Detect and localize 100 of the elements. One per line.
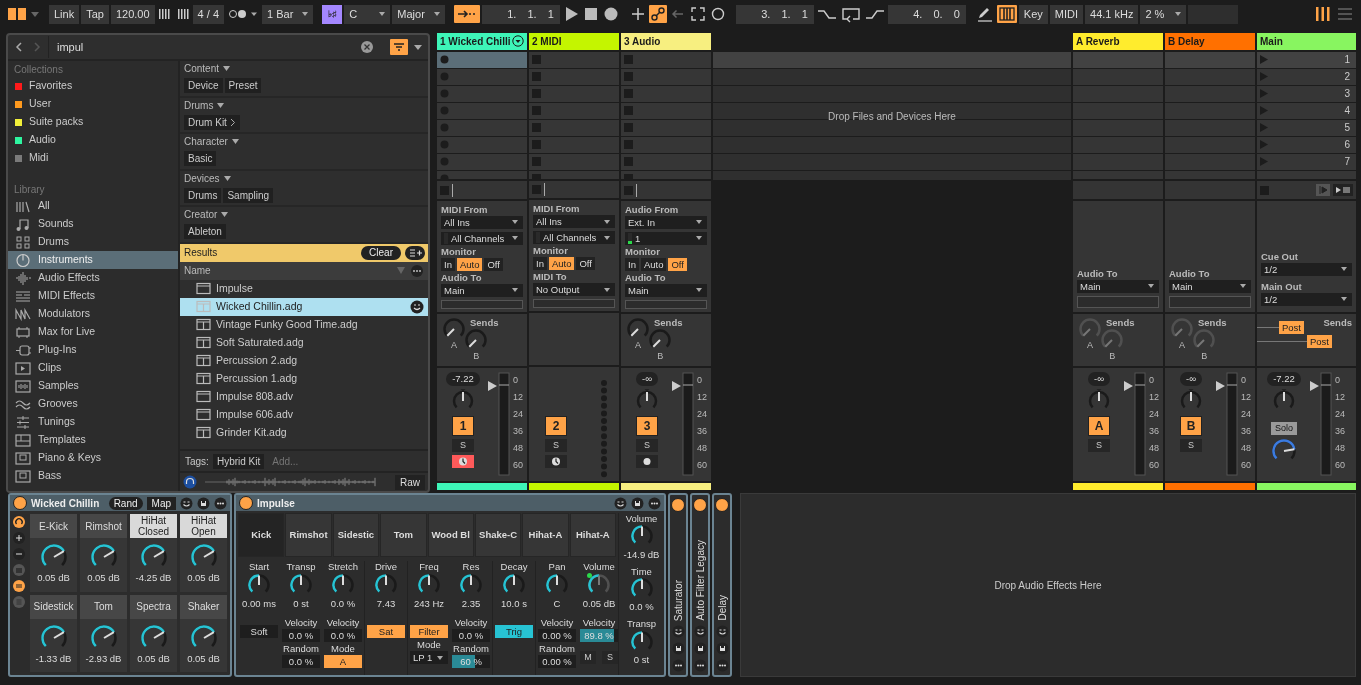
value-field[interactable]: 120.00 xyxy=(110,4,155,24)
drum-pad[interactable]: Sidestick xyxy=(30,594,77,619)
stop-clips-icon[interactable] xyxy=(624,185,633,195)
toggle-button[interactable]: Key xyxy=(1018,4,1048,24)
sample-slot[interactable]: Sidestic xyxy=(332,513,380,557)
tag-input[interactable]: Add... xyxy=(270,452,351,470)
toggle-button[interactable]: Sat xyxy=(367,625,405,638)
param-field[interactable]: 0.0 % xyxy=(452,629,490,642)
sample-slot[interactable]: Rimshot xyxy=(285,513,332,557)
collection-item[interactable]: Favorites xyxy=(8,77,178,95)
play-list-icon[interactable] xyxy=(1333,184,1353,197)
filter-tag[interactable]: Device xyxy=(184,78,223,93)
monitor-button[interactable]: Auto xyxy=(456,258,483,271)
sample-slot[interactable]: Wood Bl xyxy=(427,513,474,557)
output-channel-field[interactable] xyxy=(1077,295,1159,308)
stop-clips-icon[interactable] xyxy=(440,185,449,195)
arm-button[interactable] xyxy=(452,454,474,468)
clip-slot[interactable] xyxy=(621,136,711,153)
map-button[interactable]: Map xyxy=(146,496,176,510)
filter-tag[interactable]: Sampling xyxy=(223,187,274,203)
monitor-button[interactable]: In xyxy=(533,257,547,271)
drum-pad[interactable]: Tom xyxy=(80,594,127,619)
output-channel-field[interactable] xyxy=(1169,295,1251,308)
clip-slot[interactable] xyxy=(529,102,619,119)
clip-slot[interactable] xyxy=(621,85,711,102)
clear-icon[interactable] xyxy=(360,40,374,54)
channel-dropdown[interactable]: All Channels xyxy=(441,232,523,245)
filter-heading[interactable]: Devices xyxy=(184,172,231,185)
output-dropdown[interactable]: Main xyxy=(441,284,523,297)
filter-tag[interactable]: Drums xyxy=(184,187,222,203)
volume-field[interactable]: -7.22 xyxy=(1267,371,1301,386)
result-item[interactable]: Percussion 2.adg xyxy=(180,351,428,370)
filter-heading[interactable]: Content xyxy=(184,63,231,75)
save-icon[interactable] xyxy=(715,642,729,655)
clip-slot[interactable] xyxy=(529,136,619,153)
tag[interactable]: Hybrid Kit xyxy=(212,453,265,469)
main-output-dropdown[interactable]: 1/2 xyxy=(1261,292,1352,306)
track-activator[interactable]: 1 xyxy=(452,415,474,436)
toggle-button[interactable]: Soft xyxy=(240,625,278,638)
library-item[interactable]: Piano & Keys xyxy=(8,449,178,467)
scene-launch[interactable]: 2 xyxy=(1257,68,1356,85)
sample-slot[interactable]: Kick xyxy=(238,513,285,557)
clip-slot[interactable] xyxy=(529,119,619,136)
channel-dropdown[interactable]: 1 xyxy=(625,232,707,245)
position-field[interactable]: 1. 1. 1 xyxy=(481,4,560,24)
param-field[interactable]: 0.0 % xyxy=(282,629,320,642)
more-icon[interactable] xyxy=(693,659,707,672)
post-button[interactable]: Post xyxy=(1307,334,1332,348)
result-item[interactable]: Impulse 606.adv xyxy=(180,405,428,424)
hot-swap-icon[interactable] xyxy=(671,625,685,638)
clip-slot[interactable] xyxy=(529,68,619,85)
more-icon[interactable] xyxy=(715,659,729,672)
track-activator[interactable]: A xyxy=(1088,415,1110,436)
arm-button[interactable] xyxy=(636,454,658,468)
position-field[interactable]: 3. 1. 1 xyxy=(735,4,814,24)
vertical-lines-icon[interactable] xyxy=(156,6,173,22)
toggle-button[interactable]: Trig xyxy=(495,625,533,638)
clip-slot[interactable] xyxy=(437,136,527,153)
volume-fader[interactable] xyxy=(672,371,694,476)
library-item[interactable]: Instruments xyxy=(8,251,178,269)
scene-launch[interactable]: 7 xyxy=(1257,153,1356,170)
more-icon[interactable] xyxy=(648,496,661,510)
solo-button[interactable]: S xyxy=(545,439,567,453)
track-activator[interactable]: 2 xyxy=(545,416,567,437)
arm-button[interactable] xyxy=(545,455,567,469)
raw-button[interactable]: Raw xyxy=(395,474,425,490)
solo-button[interactable]: Solo xyxy=(1271,421,1297,435)
library-item[interactable]: Plug-Ins xyxy=(8,341,178,359)
scene-launch[interactable]: 3 xyxy=(1257,85,1356,102)
monitor-button[interactable]: Auto xyxy=(548,257,575,271)
clip-slot[interactable] xyxy=(529,153,619,170)
scene-launch[interactable]: 5 xyxy=(1257,119,1356,136)
columns-icon[interactable] xyxy=(1313,5,1333,23)
rand-button[interactable]: Rand xyxy=(108,496,143,510)
collection-item[interactable]: Suite packs xyxy=(8,113,178,131)
volume-fader[interactable] xyxy=(1124,371,1146,476)
dropdown[interactable]: 2 % xyxy=(1140,4,1187,24)
device-title[interactable]: Auto Filter Legacy xyxy=(692,540,708,621)
power-toggle[interactable] xyxy=(239,496,253,510)
input-dropdown[interactable]: All Ins xyxy=(441,216,523,229)
mode-dropdown[interactable]: LP 1 xyxy=(410,651,448,664)
result-item[interactable]: Percussion 1.adg xyxy=(180,369,428,388)
volume-fader[interactable] xyxy=(488,371,510,476)
drum-pad[interactable]: Rimshot xyxy=(80,514,127,538)
macro-icon[interactable] xyxy=(13,516,25,528)
toggle-button[interactable]: Filter xyxy=(410,625,448,638)
library-item[interactable]: Modulators xyxy=(8,305,178,323)
solo-button[interactable]: S xyxy=(1180,438,1202,452)
clear-button[interactable]: Clear xyxy=(361,245,401,260)
nodes-icon[interactable] xyxy=(648,5,667,23)
output-dropdown[interactable]: Main xyxy=(1077,279,1159,293)
volume-field[interactable]: -∞ xyxy=(1088,371,1110,386)
monitor-button[interactable]: Off xyxy=(576,257,595,271)
input-dropdown[interactable]: All Ins xyxy=(533,215,615,229)
library-item[interactable]: Grooves xyxy=(8,395,178,413)
sample-slot[interactable]: Hihat-A xyxy=(569,513,616,557)
volume-field[interactable]: -∞ xyxy=(636,371,658,386)
track-activator[interactable]: B xyxy=(1180,415,1202,436)
minus-icon[interactable] xyxy=(13,548,25,560)
param-field[interactable]: 0.00 % xyxy=(538,629,576,642)
